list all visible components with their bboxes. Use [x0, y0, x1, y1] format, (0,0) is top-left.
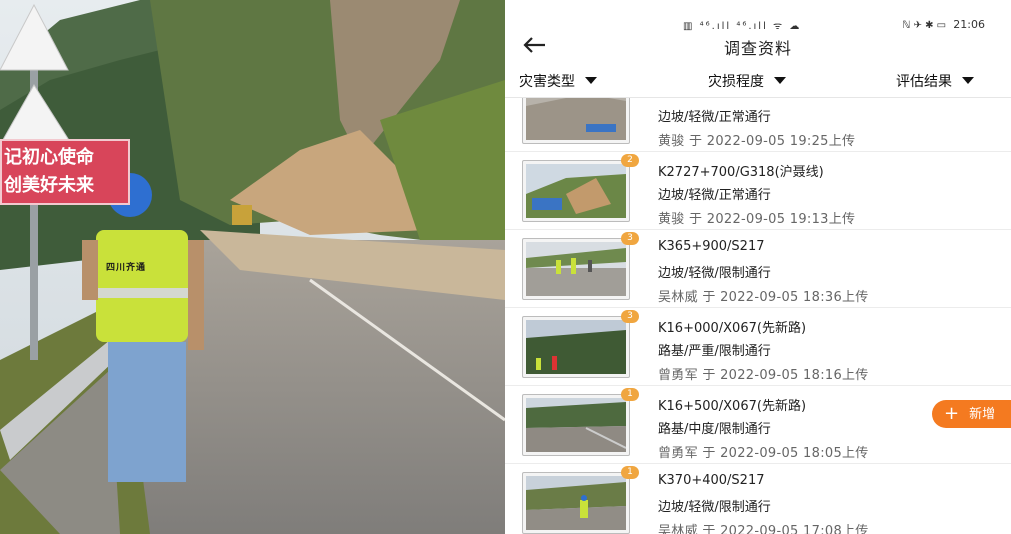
photo-count-badge: 2 [621, 154, 639, 167]
record-summary: 边坡/轻微/限制通行 [658, 500, 771, 515]
list-item[interactable]: 3 K365+900/S217 边坡/轻微/限制通行 吴林威 于 2022-09… [505, 230, 1011, 308]
record-uploader: 黄骏 于 2022-09-05 19:13上传 [658, 212, 856, 227]
list-item[interactable]: 边坡/轻微/正常通行 黄骏 于 2022-09-05 19:25上传 [505, 98, 1011, 152]
record-thumbnail[interactable] [522, 238, 630, 300]
filter-damage-level[interactable]: 灾损程度 [708, 71, 786, 91]
page-title: 调查资料 [723, 39, 792, 58]
photo-count-badge: 3 [621, 310, 639, 323]
vest-label: 四川齐通 [106, 263, 147, 273]
record-location: K2727+700/G318(沪聂线) [658, 165, 824, 180]
filter-label: 评估结果 [896, 74, 952, 90]
record-uploader: 曾勇军 于 2022-09-05 18:16上传 [658, 368, 869, 383]
record-uploader: 吴林威 于 2022-09-05 17:08上传 [658, 524, 869, 534]
record-summary: 边坡/轻微/限制通行 [658, 266, 771, 281]
list-item[interactable]: 2 K2727+700/G318(沪聂线) 边坡/轻微/正常通行 黄骏 于 20… [505, 152, 1011, 230]
record-location: K365+900/S217 [658, 239, 765, 254]
dropdown-triangle-icon [585, 77, 597, 84]
roadside-banner: 记初心使命 创美好未来 [0, 139, 130, 205]
record-thumbnail[interactable] [522, 394, 630, 456]
plus-icon: + [944, 403, 960, 424]
filter-assessment-result[interactable]: 评估结果 [896, 71, 974, 91]
record-uploader: 黄骏 于 2022-09-05 19:25上传 [658, 134, 856, 149]
record-location: K16+000/X067(先新路) [658, 321, 807, 336]
banner-line-2: 创美好未来 [4, 175, 94, 196]
status-left-icons: ▥ ⁴⁶.ıll ⁴⁶.ıll ᯤ ☁ [683, 21, 802, 32]
photo-count-badge: 3 [621, 232, 639, 245]
add-record-label: 新增 [969, 407, 996, 422]
record-thumbnail[interactable] [522, 472, 630, 534]
record-summary: 边坡/轻微/正常通行 [658, 110, 771, 125]
record-uploader: 曾勇军 于 2022-09-05 18:05上传 [658, 446, 869, 461]
record-location: K16+500/X067(先新路) [658, 399, 807, 414]
record-thumbnail[interactable] [522, 316, 630, 378]
record-thumbnail[interactable] [522, 98, 630, 144]
record-list[interactable]: 边坡/轻微/正常通行 黄骏 于 2022-09-05 19:25上传 2 K27… [505, 98, 1011, 534]
banner-line-1: 记初心使命 [4, 147, 94, 168]
record-summary: 边坡/轻微/正常通行 [658, 188, 771, 203]
field-photo: 记初心使命 创美好未来 四川齐通 [0, 0, 505, 534]
filter-label: 灾损程度 [708, 74, 764, 90]
record-thumbnail[interactable] [522, 160, 630, 222]
record-summary: 路基/中度/限制通行 [658, 422, 771, 437]
photo-count-badge: 1 [621, 466, 639, 479]
landslide-road-photo [0, 0, 505, 534]
add-record-button[interactable]: + 新增 [932, 400, 1011, 428]
list-item[interactable]: 1 K16+500/X067(先新路) 路基/中度/限制通行 曾勇军 于 202… [505, 386, 1011, 464]
status-bar: ▥ ⁴⁶.ıll ⁴⁶.ıll ᯤ ☁ ℕ ✈ ✱ ▭ 21:06 [505, 0, 1011, 32]
dropdown-triangle-icon [962, 77, 974, 84]
status-right: ℕ ✈ ✱ ▭ 21:06 [902, 18, 985, 31]
status-right-icons: ℕ ✈ ✱ ▭ [902, 20, 947, 31]
filter-disaster-type[interactable]: 灾害类型 [519, 71, 597, 91]
survey-app-screen: ▥ ⁴⁶.ıll ⁴⁶.ıll ᯤ ☁ ℕ ✈ ✱ ▭ 21:06 调查资料 灾… [505, 0, 1011, 534]
filter-bar: 灾害类型 灾损程度 评估结果 [505, 62, 1011, 98]
list-item[interactable]: 3 K16+000/X067(先新路) 路基/严重/限制通行 曾勇军 于 202… [505, 308, 1011, 386]
filter-label: 灾害类型 [519, 74, 575, 90]
app-header: 调查资料 [505, 32, 1011, 60]
record-summary: 路基/严重/限制通行 [658, 344, 771, 359]
record-uploader: 吴林威 于 2022-09-05 18:36上传 [658, 290, 869, 305]
record-location: K370+400/S217 [658, 473, 765, 488]
photo-count-badge: 1 [621, 388, 639, 401]
list-item[interactable]: 1 K370+400/S217 边坡/轻微/限制通行 吴林威 于 2022-09… [505, 464, 1011, 534]
dropdown-triangle-icon [774, 77, 786, 84]
status-time: 21:06 [953, 18, 985, 31]
